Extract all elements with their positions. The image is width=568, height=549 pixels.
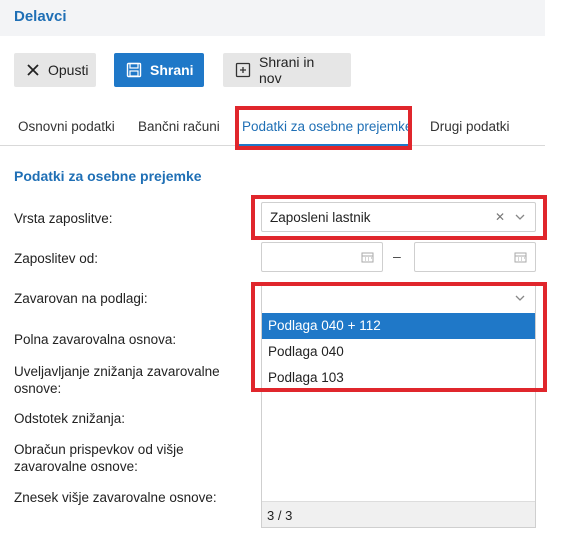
section-title: Podatki za osebne prejemke xyxy=(14,168,202,184)
dropdown-count: 3 / 3 xyxy=(262,501,535,527)
dropdown-option[interactable]: Podlaga 040 xyxy=(262,339,535,365)
employment-type-label: Vrsta zaposlitve: xyxy=(14,211,113,226)
insured-basis-dropdown: Podlaga 040 + 112 Podlaga 040 Podlaga 10… xyxy=(261,312,536,528)
tab-personal-income-data[interactable]: Podatki za osebne prejemke xyxy=(242,119,412,134)
tab-bank-accounts[interactable]: Bančni računi xyxy=(138,119,220,134)
chevron-down-icon xyxy=(515,295,525,301)
reduction-percent-label: Odstotek znižanja: xyxy=(14,411,126,426)
active-tab-indicator xyxy=(236,144,412,146)
dropdown-option[interactable]: Podlaga 103 xyxy=(262,365,535,391)
tab-bar: Osnovni podatki Bančni računi Podatki za… xyxy=(0,106,545,146)
save-and-new-button-label: Shrani in nov xyxy=(259,54,315,86)
cancel-button-label: Opusti xyxy=(48,62,89,78)
save-and-new-button[interactable]: Shrani in nov xyxy=(223,53,351,87)
insured-basis-select[interactable] xyxy=(261,283,536,313)
save-button-label: Shrani xyxy=(150,62,194,78)
calendar-icon[interactable] xyxy=(514,251,527,263)
chevron-down-icon xyxy=(515,214,525,220)
employment-type-select[interactable]: Zaposleni lastnik ✕ xyxy=(261,202,536,232)
close-icon xyxy=(27,64,39,76)
full-base-label: Polna zavarovalna osnova: xyxy=(14,332,177,347)
dropdown-option[interactable]: Podlaga 040 + 112 xyxy=(262,313,535,339)
reduction-claim-label: Uveljavljanje znižanja zavarovalne osnov… xyxy=(14,364,220,396)
save-new-icon xyxy=(235,62,251,78)
cancel-button[interactable]: Opusti xyxy=(14,53,96,87)
save-button[interactable]: Shrani xyxy=(114,53,204,87)
page-title: Delavci xyxy=(14,8,67,25)
tab-basic-data[interactable]: Osnovni podatki xyxy=(18,119,115,134)
save-icon xyxy=(126,62,142,78)
calendar-icon[interactable] xyxy=(361,251,374,263)
insured-basis-label: Zavarovan na podlagi: xyxy=(14,291,148,306)
employment-to-date-input[interactable] xyxy=(414,242,536,272)
app-header: Delavci xyxy=(0,0,545,36)
higher-calc-label: Obračun prispevkov od višje zavarovalne … xyxy=(14,442,184,474)
higher-amount-label: Znesek višje zavarovalne osnove: xyxy=(14,490,217,505)
date-range-separator: – xyxy=(393,248,401,264)
employment-from-date-input[interactable] xyxy=(261,242,383,272)
employment-from-label: Zaposlitev od: xyxy=(14,251,99,266)
employment-type-value: Zaposleni lastnik xyxy=(270,210,371,225)
clear-icon[interactable]: ✕ xyxy=(495,210,505,224)
tab-other-data[interactable]: Drugi podatki xyxy=(430,119,510,134)
